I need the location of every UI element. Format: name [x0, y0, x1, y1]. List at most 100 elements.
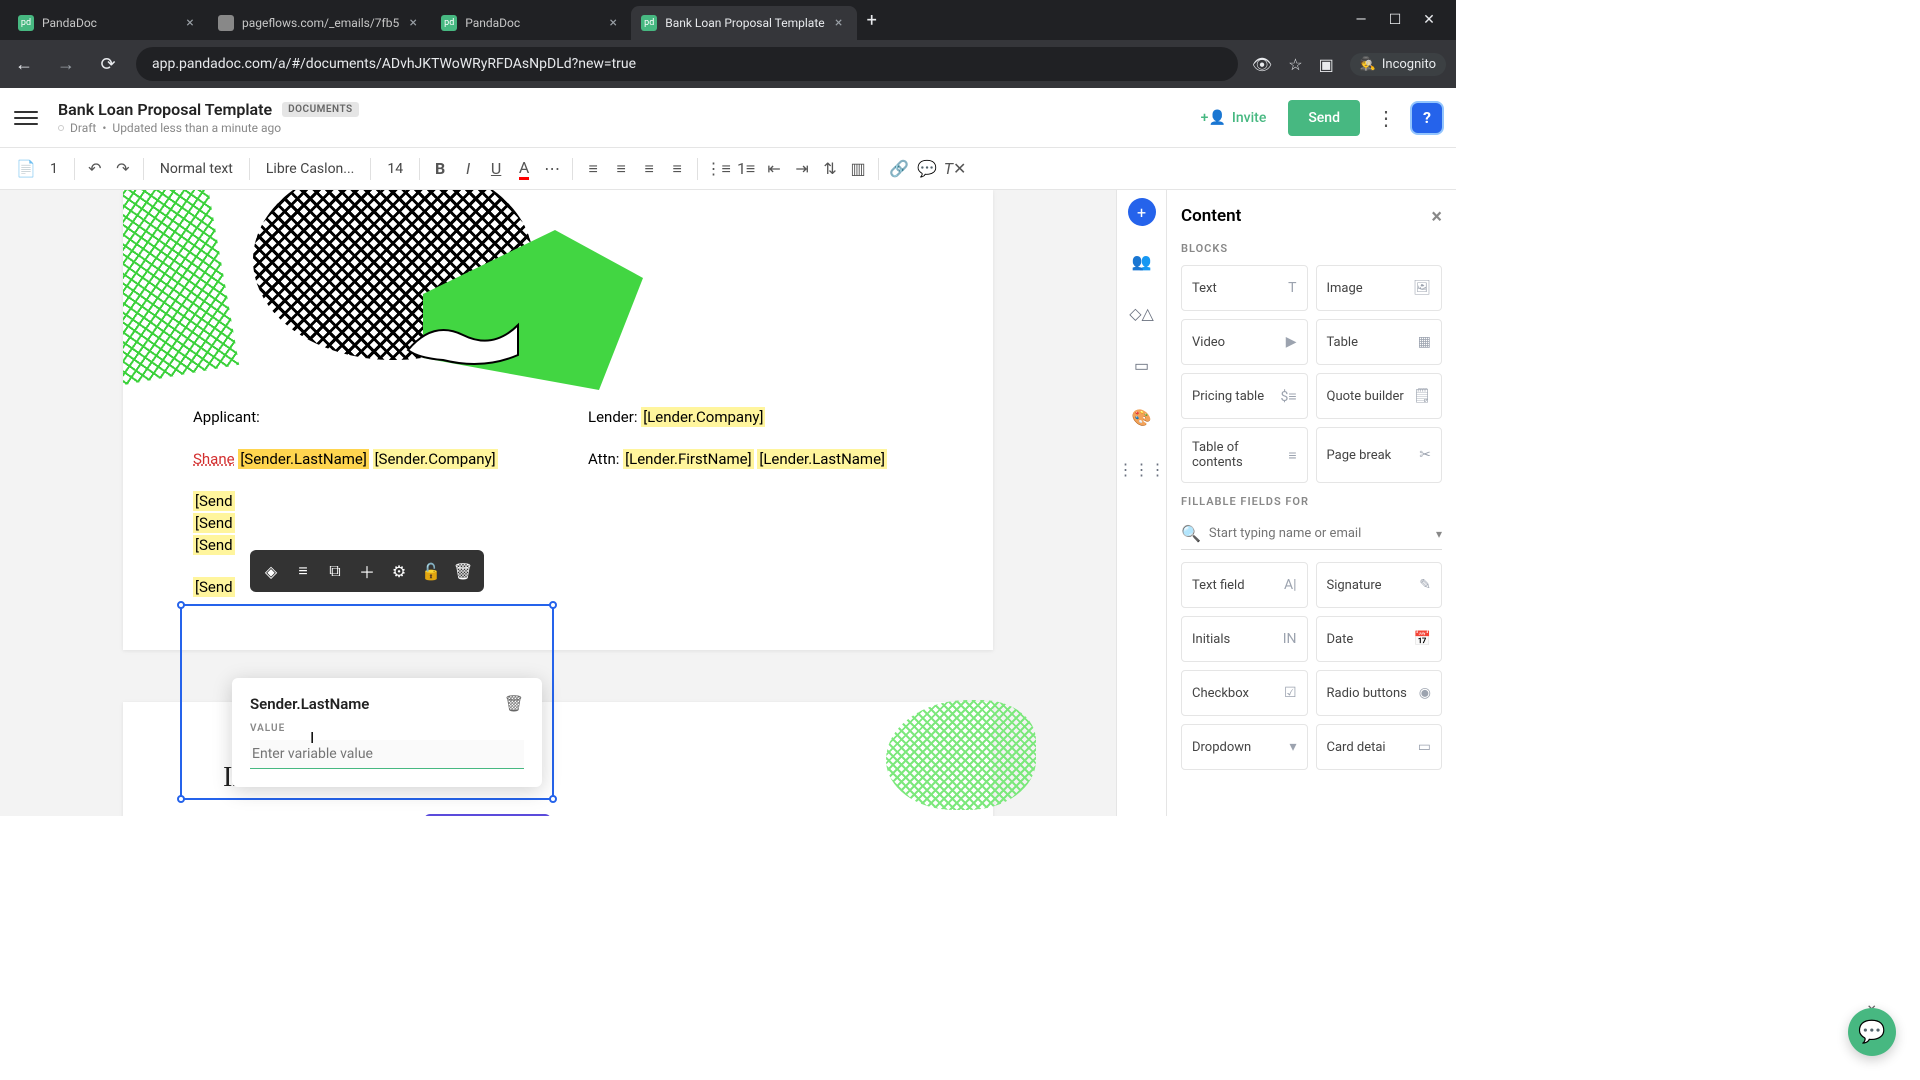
invite-button[interactable]: +👤 Invite: [1191, 104, 1277, 132]
align-icon[interactable]: ≡: [288, 556, 318, 586]
incognito-badge[interactable]: 🕵 Incognito: [1350, 53, 1446, 76]
settings-icon[interactable]: ⚙: [384, 556, 414, 586]
add-content-button[interactable]: +: [1128, 198, 1156, 226]
block-page-break[interactable]: Page break✂: [1316, 427, 1443, 483]
indent-icon[interactable]: ⇥: [790, 157, 814, 181]
block-text[interactable]: TextT: [1181, 265, 1308, 311]
field-card[interactable]: Card detai▭: [1316, 724, 1443, 770]
pages-icon[interactable]: 📄: [14, 157, 38, 181]
close-icon[interactable]: ×: [605, 15, 621, 31]
align-center-icon[interactable]: ≡: [609, 157, 633, 181]
font-size-select[interactable]: 14: [379, 157, 411, 181]
trash-icon[interactable]: 🗑: [504, 694, 524, 713]
clear-format-icon[interactable]: T✕: [943, 157, 967, 181]
close-icon[interactable]: ×: [1431, 204, 1442, 228]
resize-handle[interactable]: [177, 601, 185, 609]
field-signature[interactable]: Signature✎: [1316, 562, 1443, 608]
url-input[interactable]: app.pandadoc.com/a/#/documents/ADvhJKTWo…: [136, 47, 1238, 81]
align-justify-icon[interactable]: ≡: [665, 157, 689, 181]
recipients-icon[interactable]: 👥: [1125, 244, 1159, 278]
browser-tab[interactable]: pd PandaDoc ×: [8, 6, 208, 40]
layers-icon[interactable]: ◈: [256, 556, 286, 586]
new-tab-button[interactable]: +: [857, 10, 887, 31]
browser-tab[interactable]: pageflows.com/_emails/7fb5 ×: [208, 6, 431, 40]
eye-off-icon[interactable]: 👁: [1252, 55, 1272, 74]
font-select[interactable]: Libre Caslon...: [258, 157, 362, 181]
sender-token[interactable]: [Send: [193, 491, 235, 511]
browser-tab[interactable]: pd PandaDoc ×: [431, 6, 631, 40]
block-quote-builder[interactable]: Quote builder🗒: [1316, 373, 1443, 419]
panel-icon[interactable]: ▣: [1319, 55, 1334, 74]
comment-icon[interactable]: 💬: [915, 157, 939, 181]
document-title[interactable]: Bank Loan Proposal Template: [58, 100, 272, 119]
maximize-icon[interactable]: ☐: [1388, 13, 1402, 27]
field-text[interactable]: Text fieldA|: [1181, 562, 1308, 608]
field-checkbox[interactable]: Checkbox☑: [1181, 670, 1308, 716]
block-video[interactable]: Video▶: [1181, 319, 1308, 365]
block-toc[interactable]: Table of contents≡: [1181, 427, 1308, 483]
resize-handle[interactable]: [549, 795, 557, 803]
layout-icon[interactable]: ▭: [1125, 348, 1159, 382]
resize-handle[interactable]: [549, 601, 557, 609]
lock-icon[interactable]: 🔓: [416, 556, 446, 586]
lender-firstname-token[interactable]: [Lender.FirstName]: [623, 449, 753, 469]
minimize-icon[interactable]: —: [1354, 13, 1368, 27]
chat-widget-button[interactable]: 💬: [1848, 1008, 1896, 1056]
undo-icon[interactable]: ↶: [83, 157, 107, 181]
field-radio[interactable]: Radio buttons◉: [1316, 670, 1443, 716]
add-block-icon[interactable]: ＋: [352, 556, 382, 586]
kebab-icon[interactable]: ⋮: [1372, 102, 1400, 134]
browser-tab-active[interactable]: pd Bank Loan Proposal Template ×: [631, 6, 856, 40]
document-canvas[interactable]: Applicant: Shane [Sender.LastName] [Send…: [0, 190, 1116, 816]
align-right-icon[interactable]: ≡: [637, 157, 661, 181]
send-button[interactable]: Send: [1288, 100, 1360, 136]
design-icon[interactable]: 🎨: [1125, 400, 1159, 434]
line-spacing-icon[interactable]: ⇅: [818, 157, 842, 181]
close-icon[interactable]: ×: [405, 15, 421, 31]
close-icon[interactable]: ×: [182, 15, 198, 31]
sender-first-name[interactable]: Shane: [193, 450, 235, 468]
columns-icon[interactable]: ▥: [846, 157, 870, 181]
text-style-select[interactable]: Normal text: [152, 157, 241, 181]
reload-icon[interactable]: ⟳: [94, 50, 122, 78]
variable-value-input[interactable]: [250, 740, 524, 769]
field-dropdown[interactable]: Dropdown▾: [1181, 724, 1308, 770]
sender-token[interactable]: [Send: [193, 577, 235, 597]
align-left-icon[interactable]: ≡: [581, 157, 605, 181]
link-icon[interactable]: 🔗: [887, 157, 911, 181]
recipient-search[interactable]: 🔍 ▾: [1181, 518, 1442, 550]
help-button[interactable]: ?: [1412, 103, 1442, 133]
underline-icon[interactable]: U: [484, 157, 508, 181]
page-number[interactable]: 1: [42, 157, 66, 181]
sender-company-token[interactable]: [Sender.Company]: [373, 449, 498, 469]
resize-handle[interactable]: [177, 795, 185, 803]
recipient-search-input[interactable]: [1209, 526, 1436, 541]
sender-token[interactable]: [Send: [193, 513, 235, 533]
close-icon[interactable]: ×: [831, 15, 847, 31]
edit-with-ai-button[interactable]: Edit with AI ✦: [424, 814, 551, 816]
bullet-list-icon[interactable]: ⋮≡: [706, 157, 730, 181]
close-window-icon[interactable]: ✕: [1422, 13, 1436, 27]
delete-icon[interactable]: 🗑: [448, 556, 478, 586]
more-formatting-icon[interactable]: ⋯: [540, 157, 564, 181]
chevron-down-icon[interactable]: ▾: [1436, 527, 1442, 541]
variables-icon[interactable]: ◇△: [1125, 296, 1159, 330]
italic-icon[interactable]: I: [456, 157, 480, 181]
field-date[interactable]: Date📅: [1316, 616, 1443, 662]
forward-icon[interactable]: →: [52, 50, 80, 78]
duplicate-icon[interactable]: ⧉: [320, 556, 350, 586]
block-table[interactable]: Table▦: [1316, 319, 1443, 365]
sender-lastname-token[interactable]: [Sender.LastName]: [238, 449, 369, 469]
hamburger-icon[interactable]: [14, 106, 38, 130]
bold-icon[interactable]: B: [428, 157, 452, 181]
block-pricing-table[interactable]: Pricing table$≡: [1181, 373, 1308, 419]
bookmark-icon[interactable]: ☆: [1288, 55, 1302, 74]
lender-lastname-token[interactable]: [Lender.LastName]: [757, 449, 887, 469]
text-color-icon[interactable]: A: [512, 157, 536, 181]
lender-company-token[interactable]: [Lender.Company]: [641, 407, 765, 427]
redo-icon[interactable]: ↷: [111, 157, 135, 181]
block-image[interactable]: Image🖼: [1316, 265, 1443, 311]
outdent-icon[interactable]: ⇤: [762, 157, 786, 181]
sender-token[interactable]: [Send: [193, 535, 235, 555]
numbered-list-icon[interactable]: 1≡: [734, 157, 758, 181]
